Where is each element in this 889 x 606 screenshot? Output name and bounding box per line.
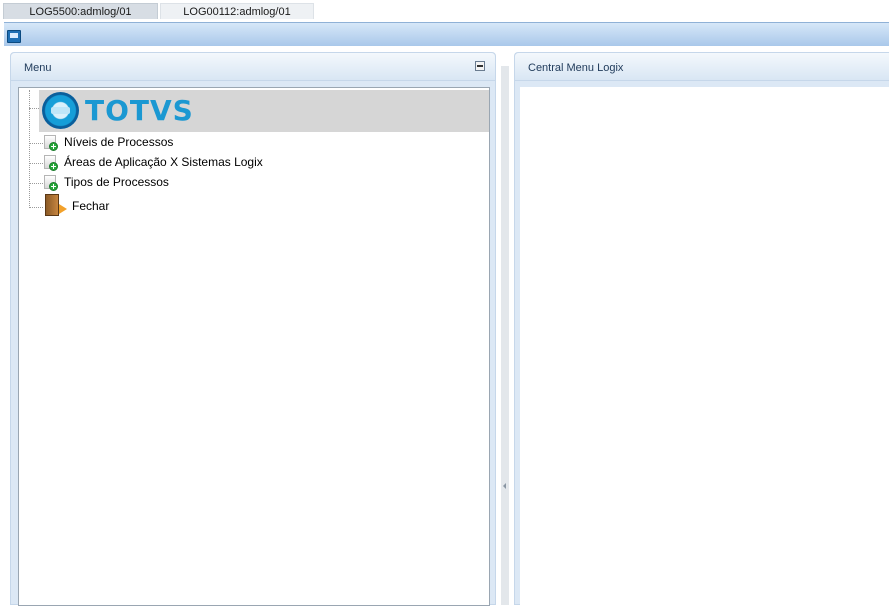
exit-door-icon bbox=[45, 194, 67, 216]
tree-item-label: Áreas de Aplicação X Sistemas Logix bbox=[64, 155, 263, 169]
document-add-icon bbox=[44, 175, 58, 191]
panel-splitter[interactable] bbox=[501, 66, 509, 605]
tree-item-label: Tipos de Processos bbox=[64, 175, 169, 189]
menu-tree: TOTVS Níveis de Processos Áreas de Aplic… bbox=[18, 87, 490, 606]
central-content-area bbox=[520, 87, 889, 606]
session-tab-log00112[interactable]: LOG00112:admlog/01 bbox=[160, 3, 314, 19]
menu-panel-title: Menu bbox=[24, 62, 52, 74]
tree-root-logo[interactable]: TOTVS bbox=[39, 90, 489, 132]
window-icon[interactable] bbox=[7, 30, 21, 43]
collapse-icon[interactable] bbox=[475, 61, 485, 71]
document-add-icon bbox=[44, 135, 58, 151]
central-panel: Central Menu Logix bbox=[514, 52, 889, 606]
session-tab-bar: LOG5500:admlog/01 LOG00112:admlog/01 bbox=[0, 0, 889, 20]
totvs-logo-icon bbox=[42, 92, 79, 129]
logo-text: TOTVS bbox=[85, 94, 194, 127]
central-panel-title: Central Menu Logix bbox=[528, 62, 624, 74]
menu-panel: Menu TOTVS Níveis de Processos Áreas de … bbox=[10, 52, 496, 606]
tree-item-label: Fechar bbox=[72, 199, 110, 213]
window-title-bar bbox=[4, 22, 889, 46]
central-panel-header: Central Menu Logix bbox=[515, 53, 889, 81]
session-tab-log5500[interactable]: LOG5500:admlog/01 bbox=[3, 3, 158, 19]
document-add-icon bbox=[44, 155, 58, 171]
menu-panel-header: Menu bbox=[11, 53, 495, 81]
tree-item-label: Níveis de Processos bbox=[64, 135, 174, 149]
chevron-left-icon[interactable] bbox=[503, 483, 506, 489]
